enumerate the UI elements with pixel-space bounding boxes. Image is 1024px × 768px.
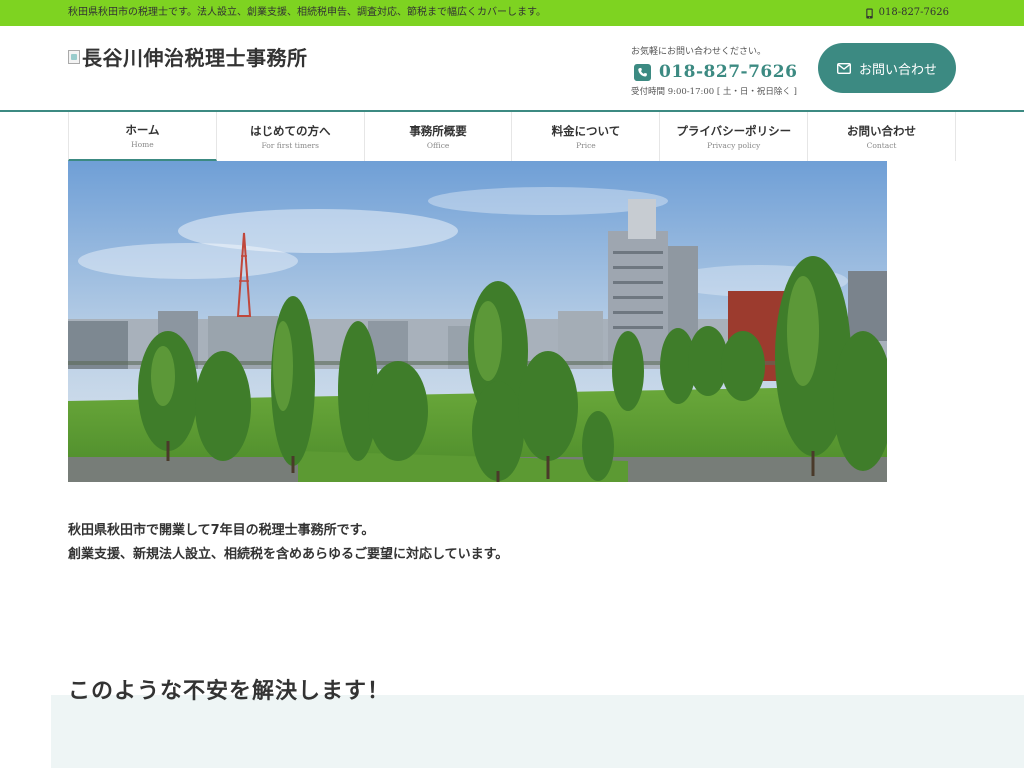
nav-item-sublabel: Contact <box>866 141 897 150</box>
top-bar: 秋田県秋田市の税理士です。法人設立、創業支援、相続税申告、調査対応、節税まで幅広… <box>0 0 1024 26</box>
nav-item-label: ホーム <box>125 123 160 137</box>
intro-line-2: 創業支援、新規法人設立、相続税を含めあらゆるご要望に対応しています。 <box>68 547 509 562</box>
nav-item-sublabel: For first timers <box>261 141 319 150</box>
mobile-phone-icon <box>865 7 873 19</box>
hero-image <box>68 161 887 482</box>
topbar-phone-number: 018-827-7626 <box>878 7 949 18</box>
hero-park-illustration <box>68 161 887 482</box>
intro-text: 秋田県秋田市で開業して7年目の税理士事務所です。 創業支援、新規法人設立、相続税… <box>68 519 508 567</box>
envelope-icon <box>836 62 851 74</box>
business-hours: 受付時間 9:00-17:00 [ 土・日・祝日除く ] <box>631 87 797 97</box>
section-title: このような不安を解決します！ <box>68 679 391 704</box>
nav-item-home[interactable]: ホーム Home <box>68 112 217 161</box>
nav-item-sublabel: Home <box>131 140 154 149</box>
header-contact-info: お気軽にお問い合わせください。 018-827-7626 受付時間 9:00-1… <box>631 44 801 97</box>
nav-item-contact[interactable]: お問い合わせ Contact <box>808 112 956 161</box>
nav-item-price[interactable]: 料金について Price <box>512 112 661 161</box>
contact-button-label: お問い合わせ <box>858 62 937 78</box>
contact-button[interactable]: お問い合わせ <box>818 43 956 93</box>
nav-item-sublabel: Privacy policy <box>707 141 761 150</box>
header-tel[interactable]: 018-827-7626 <box>634 62 801 82</box>
nav-item-sublabel: Office <box>426 141 450 150</box>
section-background <box>51 695 1024 768</box>
header-tel-number: 018-827-7626 <box>659 62 798 82</box>
nav-item-office[interactable]: 事務所概要 Office <box>364 112 513 161</box>
site-tagline: 秋田県秋田市の税理士です。法人設立、創業支援、相続税申告、調査対応、節税まで幅広… <box>68 7 546 18</box>
nav-item-label: プライバシーポリシー <box>676 124 792 138</box>
intro-line-1: 秋田県秋田市で開業して7年目の税理士事務所です。 <box>68 523 375 538</box>
site-header: 長谷川伸治税理士事務所 お気軽にお問い合わせください。 018-827-7626… <box>0 26 1024 112</box>
nav-item-label: はじめての方へ <box>249 124 331 138</box>
site-logo[interactable]: 長谷川伸治税理士事務所 <box>68 42 308 71</box>
nav-item-privacy-policy[interactable]: プライバシーポリシー Privacy policy <box>660 112 809 161</box>
global-nav: ホーム Home はじめての方へ For first timers 事務所概要 … <box>68 112 956 161</box>
topbar-phone[interactable]: 018-827-7626 <box>865 0 949 26</box>
nav-item-label: お問い合わせ <box>847 124 917 138</box>
phone-icon <box>634 63 651 81</box>
nav-item-label: 料金について <box>551 124 621 138</box>
nav-item-label: 事務所概要 <box>409 124 467 138</box>
nav-item-first-timers[interactable]: はじめての方へ For first timers <box>216 112 365 161</box>
contact-hint: お気軽にお問い合わせください。 <box>631 47 767 57</box>
logo-text: 長谷川伸治税理士事務所 <box>82 46 308 70</box>
broken-image-icon <box>68 49 80 64</box>
nav-item-sublabel: Price <box>576 141 596 150</box>
